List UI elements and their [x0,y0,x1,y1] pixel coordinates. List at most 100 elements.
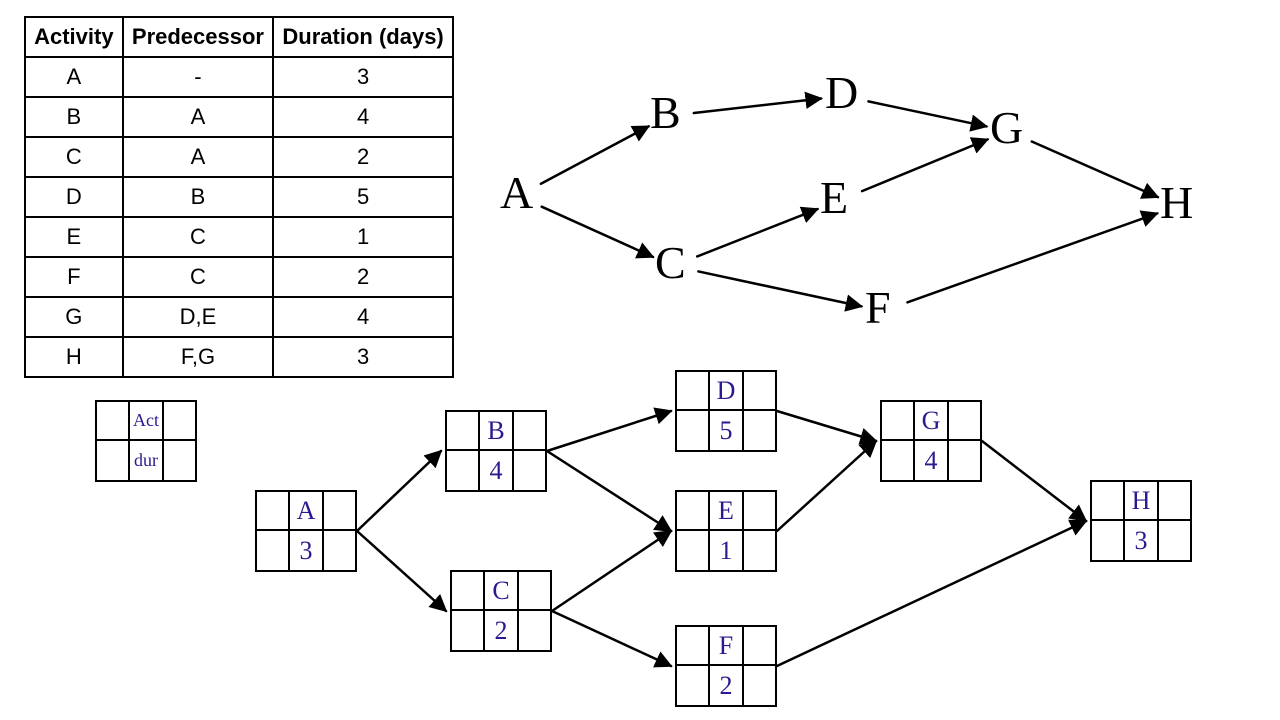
aon-cell-dur: 5 [710,411,743,450]
tg-node-b: B [650,90,681,136]
aon-cell-ef [324,492,355,531]
aon-cell-dur: 4 [480,451,513,490]
aon-cell-dur: 1 [710,531,743,570]
table-cell-pred: A [123,97,273,137]
aon-cell-ls [447,451,480,490]
tg-node-f: F [865,285,891,331]
aon-cell-ls [452,611,485,650]
aon-cell-lf [744,531,775,570]
table-row: CA2 [25,137,453,177]
table-row: BA4 [25,97,453,137]
legend-dur: dur [130,441,163,480]
aon-node-d: D5 [675,370,777,452]
col-duration: Duration (days) [273,17,453,57]
aon-cell-ef [744,492,775,531]
tg-node-d: D [825,70,858,116]
aon-cell-act: G [915,402,948,441]
table-cell-pred: C [123,257,273,297]
table-cell-dur: 1 [273,217,453,257]
table-cell-activity: D [25,177,123,217]
aon-cell-act: A [290,492,323,531]
aon-cell-dur: 2 [485,611,518,650]
legend-act: Act [130,402,163,441]
table-row: A-3 [25,57,453,97]
aon-node-g: G4 [880,400,982,482]
table-cell-pred: C [123,217,273,257]
table-cell-pred: B [123,177,273,217]
aon-cell-ls [882,441,915,480]
aon-cell-lf [514,451,545,490]
aon-cell-ef [744,627,775,666]
aon-cell-es [452,572,485,611]
aon-cell-act: B [480,412,513,451]
aon-node-e: E1 [675,490,777,572]
tg-node-a: A [500,170,533,216]
aon-node-a: A3 [255,490,357,572]
table-row: GD,E4 [25,297,453,337]
aon-cell-ef [514,412,545,451]
table-cell-activity: C [25,137,123,177]
table-cell-activity: B [25,97,123,137]
table-cell-activity: G [25,297,123,337]
aon-cell-es [882,402,915,441]
aon-cell-es [677,492,710,531]
aon-cell-es [1092,482,1125,521]
aon-node-b: B4 [445,410,547,492]
aon-cell-lf [519,611,550,650]
aon-cell-dur: 3 [290,531,323,570]
activity-table: Activity Predecessor Duration (days) A-3… [24,16,454,378]
aon-cell-ls [257,531,290,570]
aon-cell-act: F [710,627,743,666]
aon-cell-act: E [710,492,743,531]
table-cell-pred: - [123,57,273,97]
table-cell-dur: 2 [273,257,453,297]
table-row: DB5 [25,177,453,217]
aon-node-h: H3 [1090,480,1192,562]
tg-node-g: G [990,105,1023,151]
aon-cell-es [447,412,480,451]
aon-cell-es [677,627,710,666]
legend-blank-tr [164,402,195,441]
aon-cell-ef [949,402,980,441]
aon-legend-box: Act dur [95,400,197,482]
aon-cell-ls [1092,521,1125,560]
aon-cell-ls [677,531,710,570]
tg-node-e: E [820,175,848,221]
aon-cell-lf [744,411,775,450]
aon-cell-lf [744,666,775,705]
table-cell-dur: 2 [273,137,453,177]
aon-diagram: Act dur A3B4C2D5E1F2G4H3 [80,370,1230,710]
aon-cell-lf [324,531,355,570]
aon-cell-dur: 3 [1125,521,1158,560]
table-cell-dur: 4 [273,297,453,337]
table-cell-activity: E [25,217,123,257]
table-cell-dur: 4 [273,97,453,137]
aon-cell-ef [1159,482,1190,521]
aon-cell-es [677,372,710,411]
table-row: FC2 [25,257,453,297]
aon-cell-dur: 4 [915,441,948,480]
aon-cell-es [257,492,290,531]
aon-cell-ls [677,411,710,450]
table-row: EC1 [25,217,453,257]
aon-cell-dur: 2 [710,666,743,705]
table-cell-activity: F [25,257,123,297]
top-dependency-graph: ABCDEFGH [470,40,1230,370]
aon-cell-act: H [1125,482,1158,521]
aon-node-f: F2 [675,625,777,707]
table-cell-dur: 5 [273,177,453,217]
tg-node-c: C [655,240,686,286]
table-cell-pred: D,E [123,297,273,337]
aon-cell-ef [744,372,775,411]
legend-blank-bl [97,441,130,480]
aon-cell-lf [949,441,980,480]
aon-cell-ls [677,666,710,705]
aon-cell-act: D [710,372,743,411]
legend-blank-br [164,441,195,480]
col-predecessor: Predecessor [123,17,273,57]
table-header-row: Activity Predecessor Duration (days) [25,17,453,57]
table-cell-pred: A [123,137,273,177]
col-activity: Activity [25,17,123,57]
aon-cell-act: C [485,572,518,611]
aon-cell-ef [519,572,550,611]
